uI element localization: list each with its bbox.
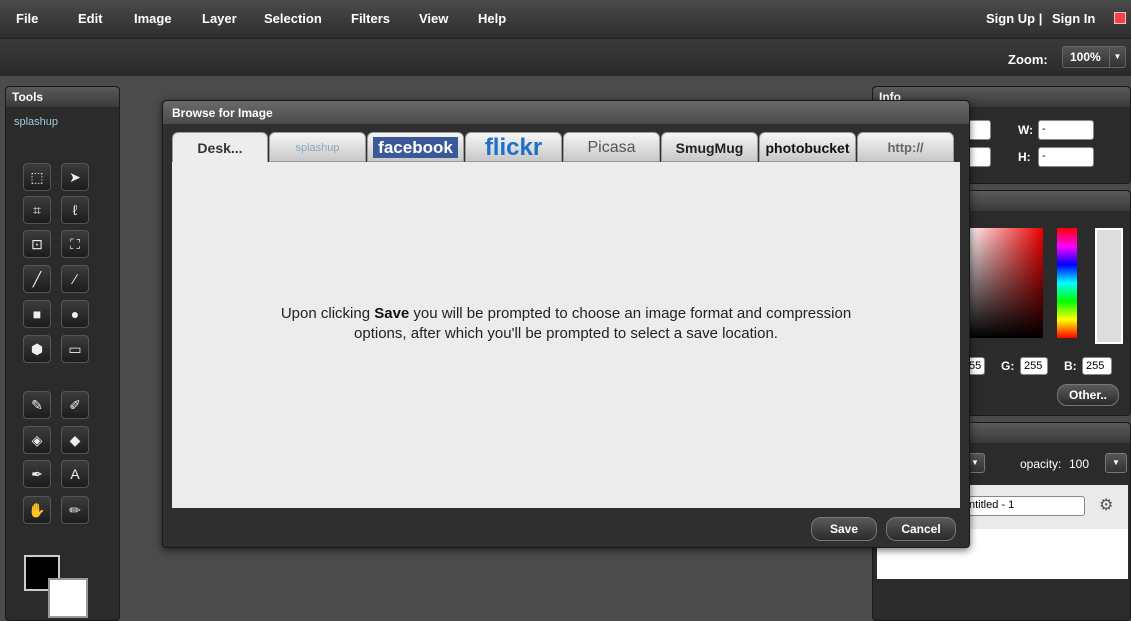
blue-label: B: [1064, 359, 1077, 373]
tab-desktop[interactable]: Desk... [172, 132, 268, 163]
message-save-word: Save [374, 305, 410, 322]
zoom-label: Zoom: [1008, 52, 1048, 67]
tab-http[interactable]: http:// [857, 132, 954, 162]
opacity-label: opacity: [1020, 457, 1062, 471]
dialog-title: Browse for Image [163, 101, 969, 124]
red-value: 55 [969, 360, 982, 372]
width-label: W: [1018, 123, 1034, 137]
stamp-tool-icon[interactable]: ✒ [23, 460, 51, 488]
warp-tool-icon[interactable]: ⛶ [61, 230, 89, 258]
move-tool-icon[interactable]: ➤ [61, 163, 89, 191]
transform-tool-icon[interactable]: ⊡ [23, 230, 51, 258]
color-picker-square[interactable] [966, 228, 1043, 338]
width-field[interactable]: - [1038, 120, 1094, 140]
opacity-value[interactable]: 100 [1069, 457, 1089, 471]
line-tool-icon[interactable]: ∕ [61, 265, 89, 293]
opacity-chevron-down-icon[interactable]: ▼ [1105, 453, 1127, 473]
zoom-bar: Zoom: 100% ▼ [0, 38, 1131, 76]
close-icon[interactable] [1114, 12, 1126, 24]
tab-flickr[interactable]: flickr [465, 132, 562, 162]
eraser-tool-icon[interactable]: ◆ [61, 426, 89, 454]
tab-splashup[interactable]: splashup [269, 132, 366, 162]
hue-slider[interactable] [1057, 228, 1077, 338]
tab-bar: Desk... splashup facebook flickr Picasa … [172, 132, 962, 163]
fill-tool-icon[interactable]: ◈ [23, 426, 51, 454]
width-value: - [1042, 123, 1046, 135]
smudge-tool-icon[interactable]: ✐ [61, 391, 89, 419]
tab-photobucket[interactable]: photobucket [759, 132, 856, 162]
menu-file[interactable]: File [16, 11, 38, 26]
menu-bar: File Edit Image Layer Selection Filters … [0, 0, 1131, 38]
tab-content-panel: Upon clicking Save you will be prompted … [172, 162, 960, 508]
green-label: G: [1001, 359, 1015, 373]
zoom-value: 100% [1070, 50, 1101, 64]
facebook-logo: facebook [373, 137, 458, 158]
height-label: H: [1018, 150, 1031, 164]
height-field[interactable]: - [1038, 147, 1094, 167]
lasso-tool-icon[interactable]: ℓ [61, 196, 89, 224]
ellipse-tool-icon[interactable]: ● [61, 300, 89, 328]
alpha-slider[interactable] [1095, 228, 1123, 344]
blue-value: 255 [1086, 360, 1105, 372]
message-intro: Upon clicking [280, 305, 375, 322]
zoom-select[interactable]: 100% ▼ [1062, 46, 1126, 68]
layer-name-field[interactable]: ntitled - 1 [965, 496, 1085, 516]
text-tool-icon[interactable]: A [61, 460, 89, 488]
tab-facebook[interactable]: facebook [367, 132, 464, 162]
tools-panel: Tools splashup ⬚ ➤ ⌗ ℓ ⊡ ⛶ ╱ ∕ ■ ● ⬢ ▭ ✎… [5, 86, 120, 621]
save-button[interactable]: Save [811, 517, 877, 541]
menu-selection[interactable]: Selection [264, 11, 322, 26]
chevron-down-icon: ▼ [1109, 47, 1125, 67]
menu-view[interactable]: View [419, 11, 448, 26]
pencil-tool-icon[interactable]: ✎ [23, 391, 51, 419]
green-field[interactable]: 255 [1020, 357, 1048, 375]
layer-name: ntitled - 1 [969, 499, 1015, 511]
other-color-button[interactable]: Other.. [1057, 384, 1119, 406]
eyedropper-tool-icon[interactable]: ✏ [61, 496, 89, 524]
hand-tool-icon[interactable]: ✋ [23, 496, 51, 524]
green-value: 255 [1024, 360, 1043, 372]
height-value: - [1042, 150, 1046, 162]
save-instructions: Upon clicking Save you will be prompted … [272, 304, 860, 344]
tab-picasa[interactable]: Picasa [563, 132, 660, 162]
crop-tool-icon[interactable]: ⌗ [23, 196, 51, 224]
menu-layer[interactable]: Layer [202, 11, 237, 26]
menu-filters[interactable]: Filters [351, 11, 390, 26]
rectangle-tool-icon[interactable]: ■ [23, 300, 51, 328]
menu-image[interactable]: Image [134, 11, 172, 26]
message-rest: you will be prompted to choose an image … [354, 305, 852, 342]
tab-smugmug[interactable]: SmugMug [661, 132, 758, 162]
splashup-logo: splashup [14, 116, 59, 128]
sign-up-link[interactable]: Sign Up | [986, 11, 1042, 26]
brush-tool-icon[interactable]: ╱ [23, 265, 51, 293]
gradient-tool-icon[interactable]: ▭ [61, 335, 89, 363]
menu-edit[interactable]: Edit [78, 11, 103, 26]
sign-in-link[interactable]: Sign In [1052, 11, 1095, 26]
marquee-tool-icon[interactable]: ⬚ [23, 163, 51, 191]
cancel-button[interactable]: Cancel [886, 517, 956, 541]
polygon-tool-icon[interactable]: ⬢ [23, 335, 51, 363]
blue-field[interactable]: 255 [1082, 357, 1112, 375]
layer-settings-icon[interactable]: ⚙ [1099, 495, 1113, 515]
background-color-swatch[interactable] [48, 578, 88, 618]
browse-dialog: Browse for Image Desk... splashup facebo… [162, 100, 970, 548]
menu-help[interactable]: Help [478, 11, 506, 26]
tools-title: Tools [6, 87, 119, 107]
